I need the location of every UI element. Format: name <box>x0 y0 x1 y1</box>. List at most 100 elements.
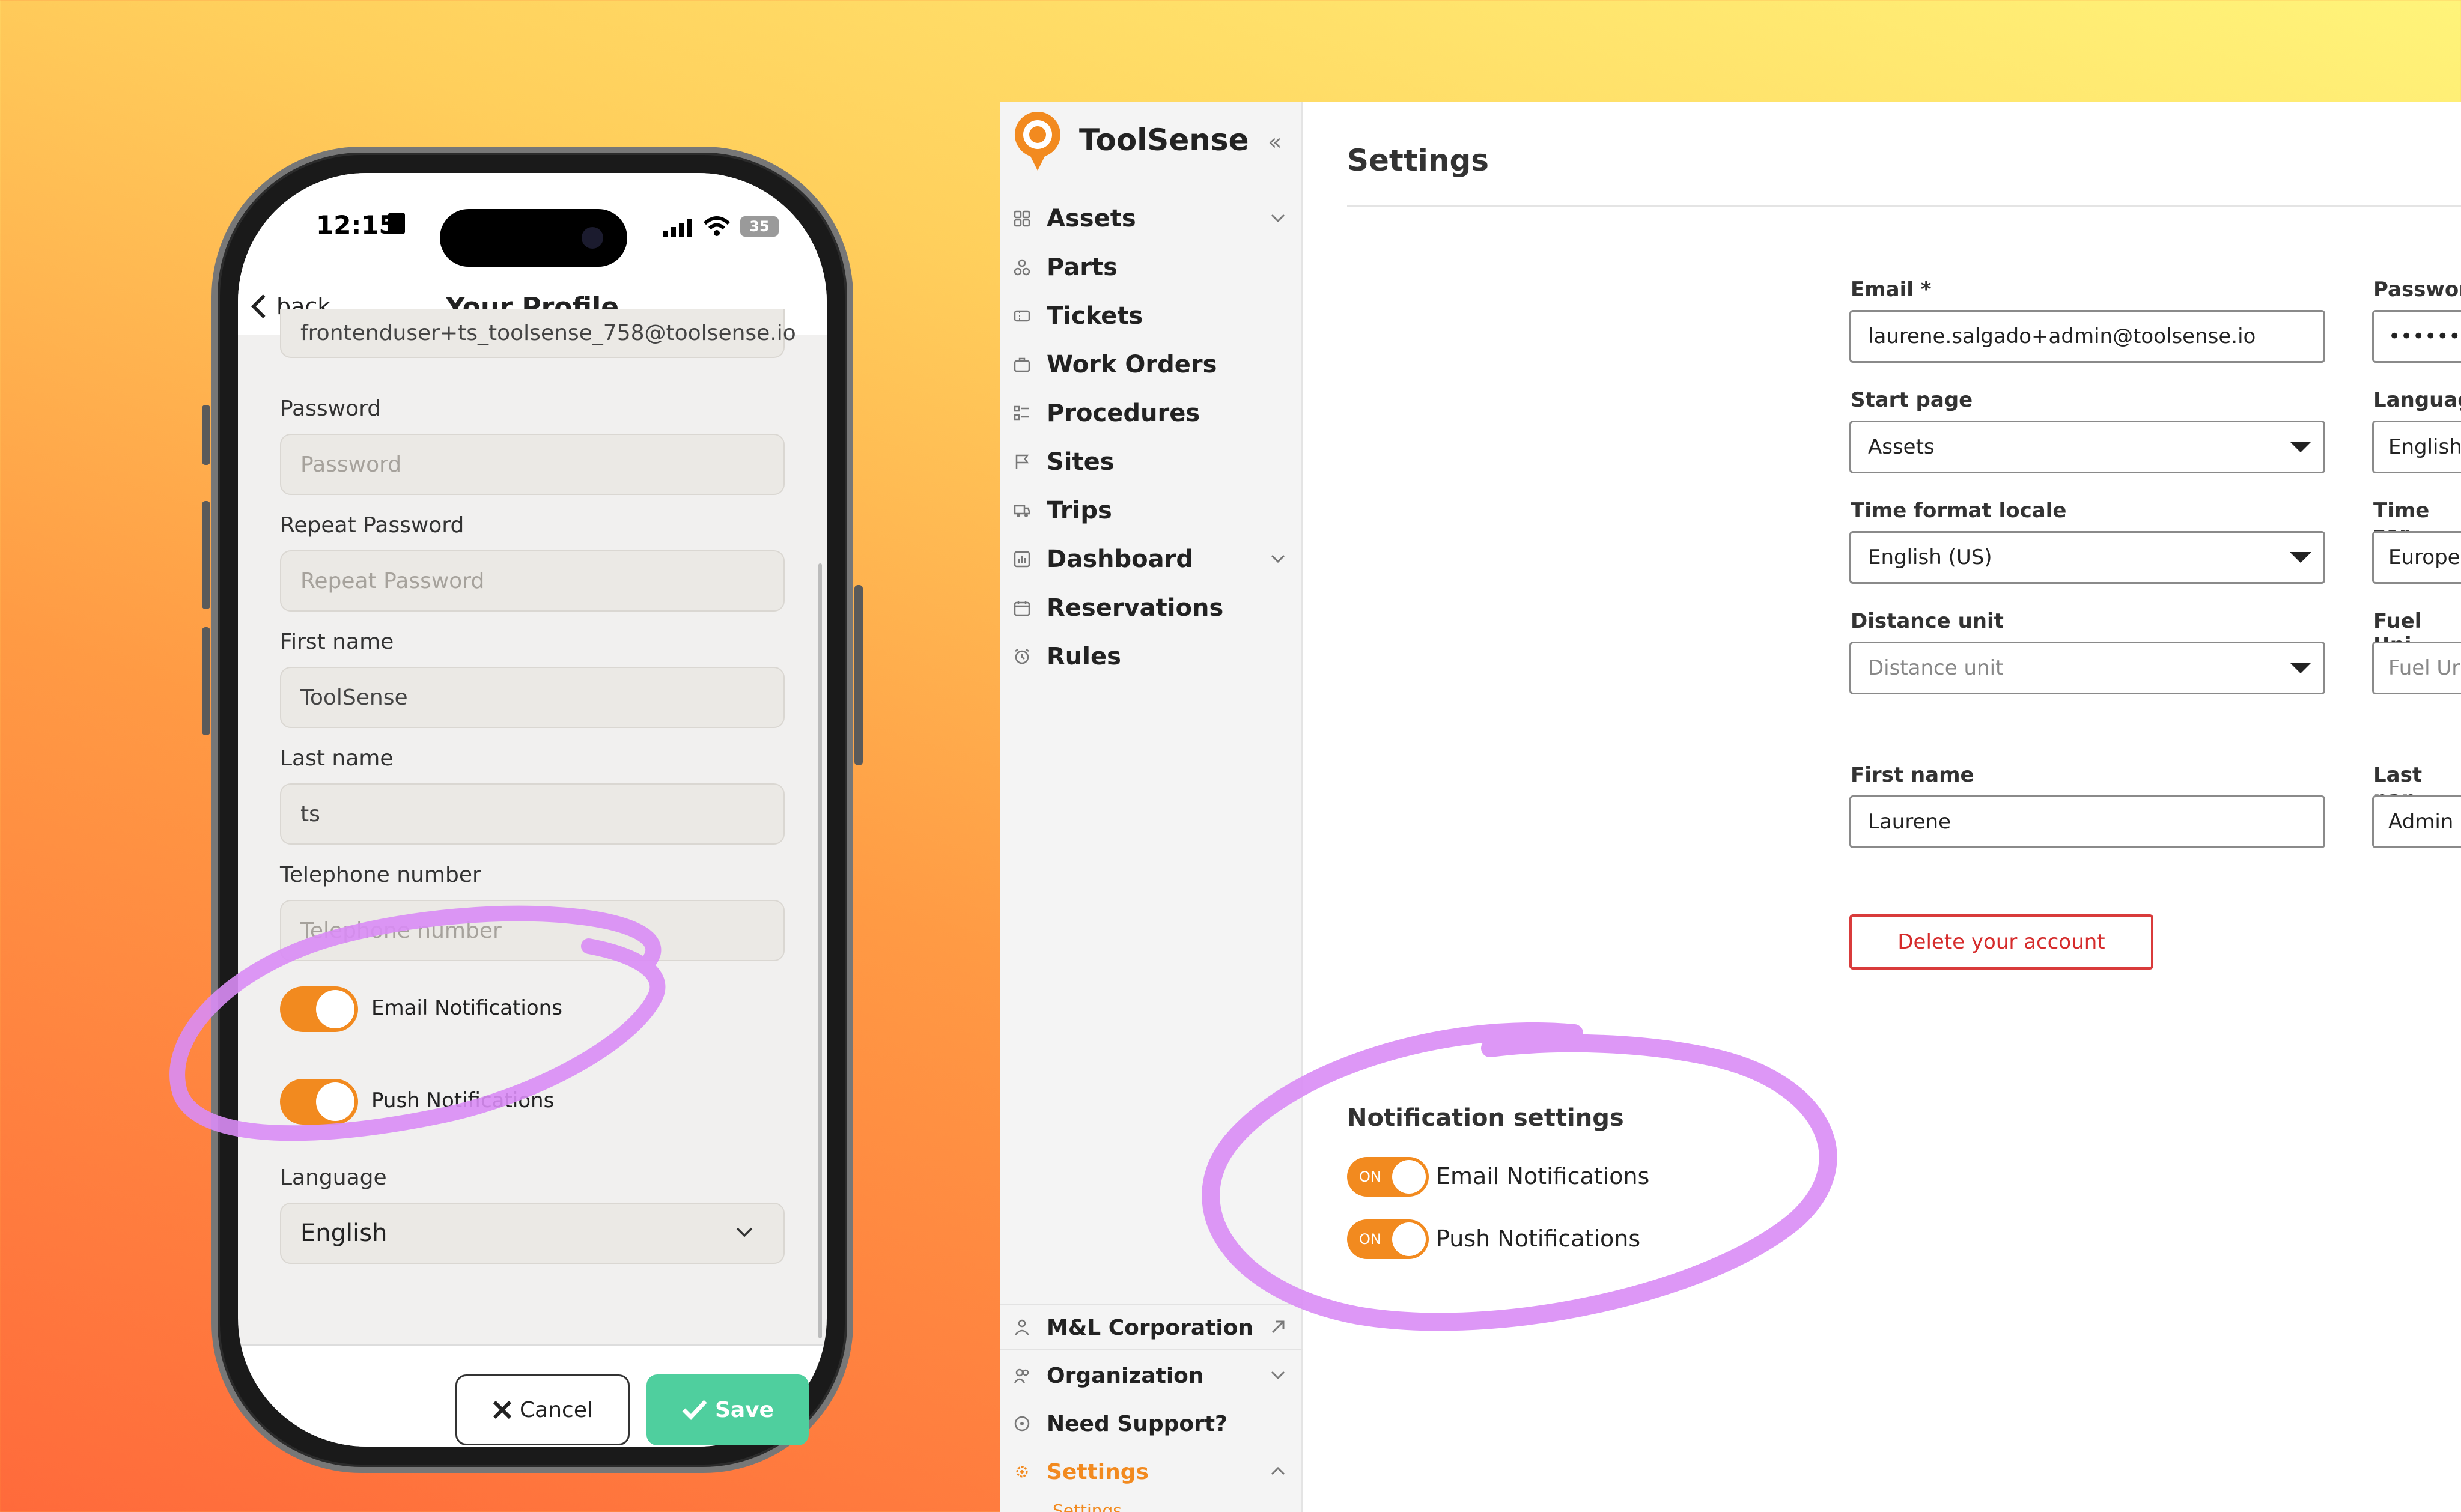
scrollbar[interactable] <box>818 563 822 1338</box>
time-zone-value: Europe <box>2388 545 2460 569</box>
password-label: Password <box>280 396 382 421</box>
language-select[interactable]: English <box>280 1203 785 1264</box>
password-input[interactable]: ••••••••• <box>2372 310 2461 363</box>
repeat-password-label: Repeat Password <box>280 513 464 538</box>
email-notifications-toggle[interactable]: ON <box>1347 1157 1429 1197</box>
delete-account-button[interactable]: Delete your account <box>1849 914 2153 970</box>
battery-icon: 35 <box>740 216 779 237</box>
start-page-value: Assets <box>1868 435 1935 459</box>
sidebar-item-label: Sites <box>1047 448 1115 476</box>
sidebar-item-parts[interactable]: Parts <box>1012 249 1294 285</box>
sidebar-item-label: Reservations <box>1047 594 1224 622</box>
sidebar-item-work-orders[interactable]: Work Orders <box>1012 347 1294 383</box>
sidebar-item-organization[interactable]: Organization <box>1012 1358 1294 1394</box>
push-notifications-toggle[interactable]: ON <box>1347 1219 1429 1259</box>
sidebar-item-support[interactable]: Need Support? <box>1012 1406 1294 1442</box>
people-icon <box>1012 1365 1032 1386</box>
email-field[interactable]: frontenduser+ts_toolsense_758@toolsense.… <box>280 309 796 358</box>
close-icon <box>493 1400 512 1419</box>
sidebar-item-reservations[interactable]: Reservations <box>1012 590 1294 626</box>
cancel-button[interactable]: Cancel <box>455 1374 630 1445</box>
ticket-icon <box>1012 306 1032 326</box>
save-label: Save <box>714 1397 774 1422</box>
email-notifications-toggle[interactable] <box>280 986 358 1032</box>
start-page-label: Start page <box>1851 388 1973 412</box>
page-title: Settings <box>1347 143 1489 178</box>
parts-icon <box>1012 257 1032 278</box>
last-name-input[interactable]: Admin <box>2372 795 2461 848</box>
sidebar-item-label: Organization <box>1047 1363 1204 1388</box>
repeat-password-field[interactable]: Repeat Password <box>280 550 785 612</box>
language-value: English <box>300 1219 388 1247</box>
calendar-icon <box>1012 598 1032 618</box>
last-name-field[interactable]: ts <box>280 783 785 845</box>
sidebar-item-company[interactable]: M&L Corporation <box>1012 1310 1294 1346</box>
toggle-knob <box>1392 1222 1426 1256</box>
brand-name: ToolSense <box>1079 123 1249 157</box>
push-notifications-label: Push Notifications <box>1436 1225 1641 1252</box>
list-icon <box>1012 403 1032 424</box>
email-input[interactable]: laurene.salgado+admin@toolsense.io <box>1849 310 2325 363</box>
sidebar-item-label: Assets <box>1047 205 1136 232</box>
camera-icon <box>582 227 603 249</box>
last-name-value: Admin <box>2388 810 2454 834</box>
external-link-icon <box>1271 1320 1285 1334</box>
language-label: Language <box>280 1165 387 1190</box>
push-notifications-toggle[interactable] <box>280 1079 358 1125</box>
fuel-unit-select[interactable]: Fuel Ur <box>2372 642 2461 694</box>
sidebar-item-label: Settings <box>1047 1459 1149 1484</box>
dynamic-island <box>440 209 627 267</box>
sidebar-item-assets[interactable]: Assets <box>1012 201 1294 237</box>
toggle-knob <box>1392 1160 1426 1194</box>
power-button <box>854 585 863 765</box>
password-value: ••••••••• <box>2388 324 2461 348</box>
password-field[interactable]: Password <box>280 434 785 495</box>
language-label: Languag <box>2373 388 2461 412</box>
chart-icon <box>1012 549 1032 569</box>
repeat-password-placeholder: Repeat Password <box>300 568 485 594</box>
caret-down-icon <box>2290 663 2311 673</box>
volume-up-button <box>202 501 210 609</box>
telephone-field[interactable]: Telephone number <box>280 900 785 961</box>
language-select[interactable]: English <box>2372 421 2461 473</box>
sidebar-item-procedures[interactable]: Procedures <box>1012 395 1294 431</box>
toggle-on-label: ON <box>1359 1168 1381 1185</box>
time-zone-select[interactable]: Europe <box>2372 531 2461 584</box>
password-label: Passwor <box>2373 278 2461 302</box>
truck-icon <box>1012 500 1032 521</box>
language-value: English <box>2388 435 2461 459</box>
sidebar-item-label: Work Orders <box>1047 351 1217 378</box>
first-name-field[interactable]: ToolSense <box>280 667 785 728</box>
sidebar-item-settings[interactable]: Settings <box>1012 1454 1294 1490</box>
toggle-on-label: ON <box>1359 1231 1381 1248</box>
phone-frame: 12:15 35 back Your Profile frontenduser+… <box>202 147 863 1473</box>
battery-level: 35 <box>749 218 770 235</box>
chevron-down-icon <box>1271 214 1285 223</box>
start-page-select[interactable]: Assets <box>1849 421 2325 473</box>
save-button[interactable]: Save <box>646 1374 809 1445</box>
sidebar-item-dashboard[interactable]: Dashboard <box>1012 541 1294 577</box>
distance-unit-placeholder: Distance unit <box>1868 656 2004 680</box>
signal-icon <box>663 219 692 237</box>
chevron-down-icon <box>1271 554 1285 563</box>
volume-down-button <box>202 627 210 735</box>
first-name-label: First name <box>1851 763 1974 787</box>
status-bar: 12:15 35 <box>238 173 827 275</box>
collapse-sidebar-button[interactable]: « <box>1268 129 1282 155</box>
sidebar-item-tickets[interactable]: Tickets <box>1012 298 1294 334</box>
sidebar-item-rules[interactable]: Rules <box>1012 639 1294 675</box>
distance-unit-select[interactable]: Distance unit <box>1849 642 2325 694</box>
time-format-select[interactable]: English (US) <box>1849 531 2325 584</box>
gear-icon <box>1012 1462 1032 1482</box>
sidebar-item-label: Trips <box>1047 497 1112 524</box>
sidebar-item-label: Rules <box>1047 643 1121 670</box>
sidebar-item-sites[interactable]: Sites <box>1012 444 1294 480</box>
title-divider <box>1347 205 2461 207</box>
sidebar-item-trips[interactable]: Trips <box>1012 493 1294 529</box>
sidebar-item-label: Procedures <box>1047 399 1200 427</box>
password-placeholder: Password <box>300 452 402 477</box>
person-badge-icon <box>388 213 405 234</box>
sidebar-item-label: Dashboard <box>1047 545 1193 573</box>
first-name-input[interactable]: Laurene <box>1849 795 2325 848</box>
sidebar-subitem-settings[interactable]: Settings <box>1053 1501 1122 1512</box>
